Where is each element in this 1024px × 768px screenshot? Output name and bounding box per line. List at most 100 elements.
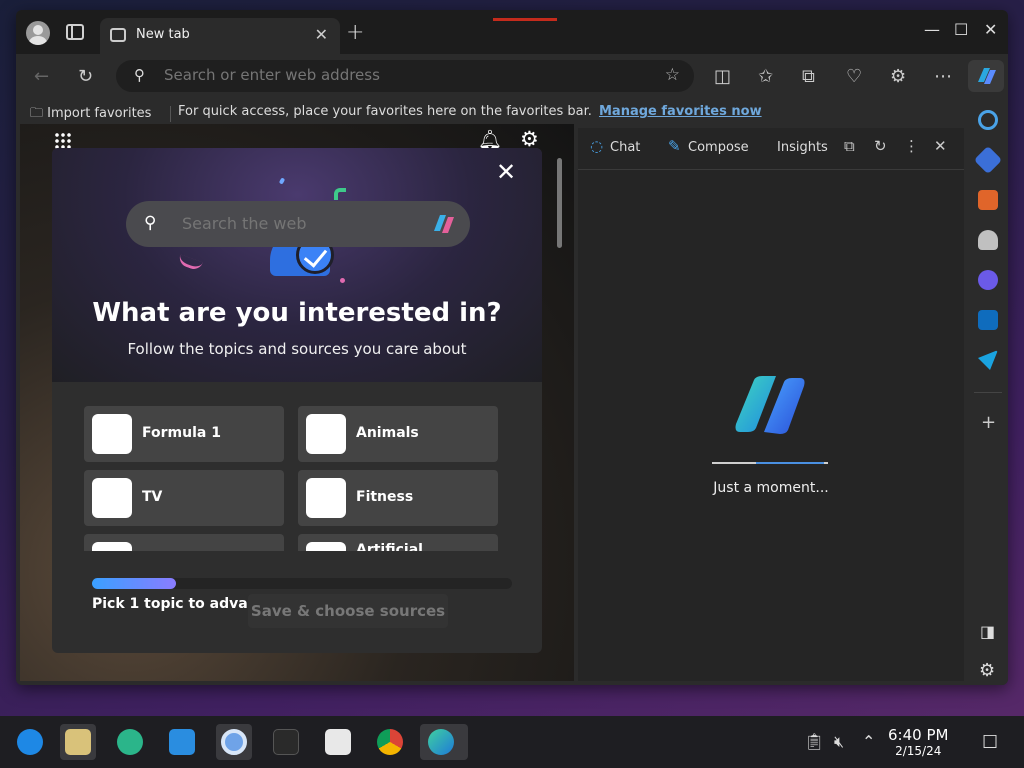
web-search-box[interactable]: ⚲ — [126, 201, 470, 247]
topic-image — [306, 414, 346, 454]
copilot-status: Just a moment... — [713, 480, 829, 496]
browser-window: New tab ✕ + — ☐ ✕ ← ↻ ⚲ ☆ ◫ ✩ ⧉ ♡ ⚙ ⋯ 🗀 … — [16, 10, 1008, 685]
compose-icon: ✎ — [668, 137, 681, 155]
tab-compose[interactable]: Compose — [688, 140, 749, 155]
copilot-logo-icon — [735, 376, 805, 434]
chrome-dev-icon — [377, 729, 403, 755]
save-choose-sources-button[interactable]: Save & choose sources — [248, 594, 448, 628]
address-bar[interactable]: ⚲ ☆ — [116, 60, 694, 92]
taskbar-chrome-dev[interactable] — [372, 724, 408, 760]
profile-avatar[interactable] — [26, 21, 50, 45]
sidebar-hide-icon[interactable]: ◨ — [980, 622, 995, 641]
topic-card[interactable]: Animals — [298, 406, 498, 462]
taskbar-store[interactable] — [164, 724, 200, 760]
modal-close-icon[interactable]: ✕ — [496, 158, 516, 186]
topic-card[interactable] — [84, 534, 284, 551]
topic-card[interactable]: TV — [84, 470, 284, 526]
sidebar-tools-icon[interactable] — [978, 190, 998, 210]
clipboard-icon[interactable]: 📋︎ — [804, 732, 824, 751]
tab-actions-icon[interactable] — [66, 24, 84, 40]
sidebar-games-icon[interactable] — [978, 230, 998, 250]
address-input[interactable] — [164, 66, 644, 84]
refresh-icon[interactable]: ↻ — [78, 66, 93, 87]
copilot-button[interactable] — [968, 60, 1004, 92]
tab-close-icon[interactable]: ✕ — [315, 25, 328, 44]
taskbar-chromium[interactable] — [216, 724, 252, 760]
edge-dev-icon — [428, 729, 454, 755]
sidebar-drop-icon[interactable] — [978, 350, 998, 370]
show-desktop-icon[interactable]: ☐ — [982, 732, 998, 753]
taskbar-start[interactable] — [12, 724, 48, 760]
pane-more-icon[interactable]: ⋮ — [904, 137, 919, 155]
favorites-divider — [170, 106, 171, 122]
pane-close-icon[interactable]: ✕ — [934, 137, 947, 155]
progress-fill — [92, 578, 176, 589]
software-store-icon — [169, 729, 195, 755]
volume-muted-icon[interactable]: 🔇︎ — [834, 732, 844, 752]
confetti-deco — [334, 188, 346, 200]
sidebar-settings-icon[interactable]: ⚙ — [979, 660, 995, 681]
taskbar-settings[interactable] — [112, 724, 148, 760]
split-screen-icon[interactable]: ◫ — [714, 66, 731, 87]
modal-subtitle: Follow the topics and sources you care a… — [127, 340, 467, 358]
clock[interactable]: 6:40 PM 2/15/24 — [888, 726, 948, 758]
taskbar-files[interactable] — [60, 724, 96, 760]
topic-image — [92, 478, 132, 518]
terminal-icon — [273, 729, 299, 755]
pane-refresh-icon[interactable]: ↻ — [874, 137, 887, 155]
page-scrollbar[interactable] — [557, 158, 562, 248]
confetti-deco — [340, 278, 345, 283]
tab-insights[interactable]: Insights — [777, 140, 828, 155]
topic-label: TV — [142, 489, 163, 505]
topics-grid: Formula 1 Animals TV Fitness Artificial — [84, 406, 504, 551]
minimize-icon[interactable]: — — [924, 20, 940, 39]
newtab-page: 🔔︎ ⚙ ✕ ⚲ What are you interested in? Fol… — [20, 124, 574, 681]
copilot-pane: ◌ Chat ✎ Compose Insights ⧉ ↻ ⋮ ✕ Just a… — [578, 128, 964, 681]
arch-logo-icon — [17, 729, 43, 755]
collections-icon[interactable]: ⧉ — [802, 66, 815, 87]
topic-card[interactable]: Fitness — [298, 470, 498, 526]
favorite-star-icon[interactable]: ☆ — [665, 65, 680, 85]
tab-new-tab[interactable]: New tab ✕ — [100, 18, 340, 54]
clock-time: 6:40 PM — [888, 726, 949, 744]
sidebar-outlook-icon[interactable] — [978, 310, 998, 330]
newtab-page-icon — [110, 28, 126, 42]
topic-image — [92, 542, 132, 551]
tray-expand-icon[interactable]: ⌃ — [862, 732, 875, 751]
web-search-input[interactable] — [182, 214, 412, 233]
new-tab-icon[interactable]: + — [346, 20, 364, 45]
more-icon[interactable]: ⋯ — [934, 66, 952, 87]
sidebar-search-icon[interactable] — [978, 110, 998, 130]
topic-card[interactable]: Artificial — [298, 534, 498, 551]
taskbar-terminal[interactable] — [268, 724, 304, 760]
manage-favorites-link[interactable]: Manage favorites now — [599, 104, 762, 119]
browser-essentials-icon[interactable]: ♡ — [846, 66, 862, 87]
sidebar-add-icon[interactable]: + — [981, 412, 996, 433]
extensions-icon[interactable]: ⚙ — [890, 66, 906, 87]
favorites-icon[interactable]: ✩ — [758, 66, 773, 87]
sidebar-shopping-icon[interactable] — [973, 145, 1003, 175]
search-icon: ⚲ — [134, 66, 145, 84]
loading-bar-fill — [756, 462, 824, 464]
taskbar-vmware[interactable] — [320, 724, 356, 760]
topic-label: Fitness — [356, 489, 414, 505]
taskbar-edge-dev[interactable] — [420, 724, 468, 760]
topic-image — [306, 542, 346, 551]
vmware-icon — [325, 729, 351, 755]
chromium-icon — [221, 729, 247, 755]
open-in-new-icon[interactable]: ⧉ — [844, 137, 855, 155]
topic-image — [306, 478, 346, 518]
sidebar-m365-icon[interactable] — [978, 270, 998, 290]
topic-card[interactable]: Formula 1 — [84, 406, 284, 462]
favorites-message: For quick access, place your favorites h… — [178, 104, 592, 119]
back-icon[interactable]: ← — [34, 66, 49, 87]
import-favorites-button[interactable]: 🗀 Import favorites — [30, 104, 151, 126]
sidebar-divider — [974, 392, 1002, 393]
copilot-icon[interactable] — [430, 211, 458, 237]
close-window-icon[interactable]: ✕ — [984, 20, 997, 39]
maximize-icon[interactable]: ☐ — [954, 20, 968, 39]
topic-label: Animals — [356, 425, 419, 441]
title-bar: New tab ✕ + — ☐ ✕ — [16, 10, 1008, 54]
toolbar: ← ↻ ⚲ ☆ ◫ ✩ ⧉ ♡ ⚙ ⋯ — [16, 54, 1008, 100]
tab-chat[interactable]: Chat — [610, 140, 640, 155]
